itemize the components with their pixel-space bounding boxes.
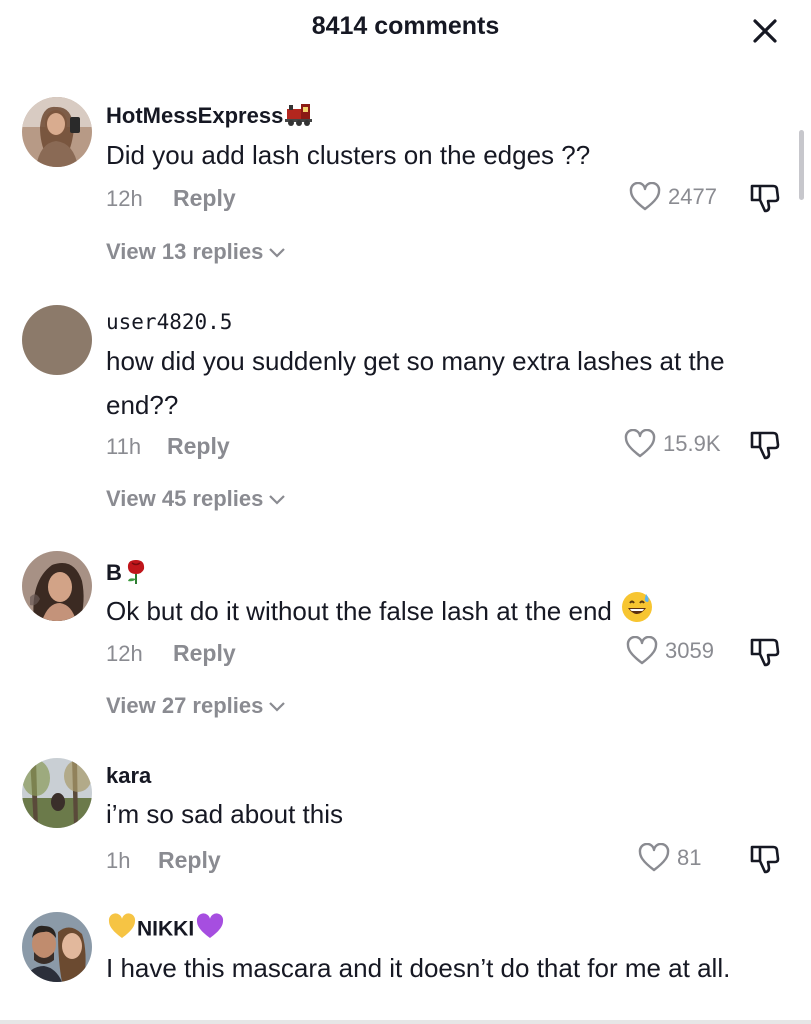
- avatar-photo-icon: [22, 97, 92, 167]
- comment-username[interactable]: HotMessExpress: [106, 101, 314, 133]
- view-replies-button[interactable]: View 45 replies: [106, 486, 287, 512]
- comment-timestamp: 1h: [106, 848, 131, 873]
- comments-count-title: 8414 comments: [311, 12, 500, 40]
- comment-text: I have this mascara and it doesn’t do th…: [106, 953, 731, 983]
- like-button[interactable]: 3059: [625, 634, 714, 668]
- dislike-button[interactable]: [748, 634, 782, 668]
- heart-icon: [624, 429, 656, 458]
- comment-timestamp: 11h: [106, 434, 142, 459]
- avatar-photo-icon: [22, 758, 92, 828]
- avatar[interactable]: [22, 305, 92, 375]
- reply-button[interactable]: Reply: [173, 185, 236, 212]
- scrollbar[interactable]: [799, 130, 804, 200]
- comment-timestamp: 12h: [106, 186, 143, 211]
- like-button[interactable]: 2477: [628, 180, 717, 214]
- yellow-heart-icon: [107, 913, 137, 947]
- comment-timestamp: 12h: [106, 641, 143, 666]
- train-icon: [284, 101, 314, 133]
- close-button[interactable]: [748, 14, 782, 48]
- divider: [0, 1020, 811, 1024]
- dislike-button[interactable]: [748, 427, 782, 461]
- chevron-down-icon: [269, 248, 286, 258]
- avatar[interactable]: [22, 758, 92, 828]
- comments-header: 8414 comments: [0, 0, 811, 56]
- chevron-down-icon: [269, 495, 286, 505]
- like-button[interactable]: 81: [637, 841, 701, 875]
- view-replies-button[interactable]: View 27 replies: [106, 693, 287, 719]
- like-count: 15.9K: [663, 431, 721, 456]
- view-replies-button[interactable]: View 13 replies: [106, 239, 287, 265]
- grinning-sweat-icon: [620, 590, 654, 637]
- reply-button[interactable]: Reply: [167, 433, 230, 460]
- reply-button[interactable]: Reply: [158, 847, 221, 874]
- comment-text: Ok but do it without the false lash at t…: [106, 589, 786, 637]
- reply-button[interactable]: Reply: [173, 640, 236, 667]
- thumbs-down-icon: [750, 184, 780, 213]
- rose-icon: [123, 557, 149, 591]
- comment-text: i’m so sad about this: [106, 799, 344, 829]
- thumbs-down-icon: [750, 638, 780, 667]
- heart-icon: [638, 843, 670, 872]
- comment-username[interactable]: kara: [106, 763, 151, 789]
- chevron-down-icon: [269, 702, 286, 712]
- avatar[interactable]: [22, 551, 92, 621]
- heart-icon: [629, 182, 661, 211]
- dislike-button[interactable]: [748, 841, 782, 875]
- close-icon: [753, 19, 777, 43]
- heart-icon: [626, 636, 658, 665]
- comment-username[interactable]: user4820.5: [106, 310, 232, 334]
- like-count: 2477: [668, 184, 717, 209]
- like-count: 81: [677, 845, 702, 870]
- comment-username[interactable]: NIKKI: [106, 913, 225, 947]
- comment-text: Did you add lash clusters on the edges ?…: [106, 140, 591, 170]
- thumbs-down-icon: [750, 431, 780, 460]
- avatar[interactable]: [22, 912, 92, 982]
- dislike-button[interactable]: [748, 180, 782, 214]
- avatar-photo-icon: [22, 912, 92, 982]
- purple-heart-icon: [195, 913, 225, 947]
- avatar-photo-icon: [22, 551, 92, 621]
- avatar[interactable]: [22, 97, 92, 167]
- thumbs-down-icon: [750, 845, 780, 874]
- comment-username[interactable]: B: [106, 557, 149, 591]
- like-button[interactable]: 15.9K: [623, 427, 721, 461]
- like-count: 3059: [665, 638, 714, 663]
- comment-text: how did you suddenly get so many extra l…: [106, 346, 725, 420]
